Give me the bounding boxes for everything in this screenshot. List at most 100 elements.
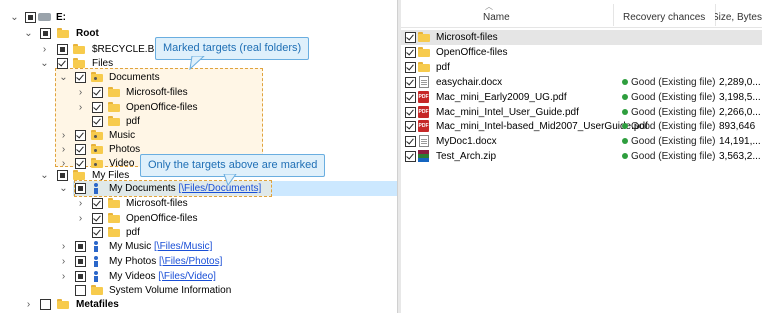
openoffice-files-checkbox[interactable] (92, 102, 103, 113)
pdf-checkbox[interactable] (92, 116, 103, 127)
chevron-right-icon[interactable]: › (76, 211, 85, 226)
list-item[interactable]: easychair.docx Good (Existing file) 2,289,… (401, 75, 762, 90)
root-checkbox[interactable] (40, 28, 51, 39)
tree-node-my-pdf[interactable]: pdf (0, 225, 240, 240)
file-name: Mac_mini_Early2009_UG.pdf (436, 91, 567, 103)
my-music-link[interactable]: [\Files/Music] (154, 241, 212, 252)
recovery-status-text: Good (Existing file) (631, 91, 716, 103)
tree-node-my-music[interactable]: › My Music [\Files/Music] (0, 239, 240, 254)
file-name: Microsoft-files (436, 32, 498, 43)
my-pdf-checkbox[interactable] (92, 227, 103, 238)
callout-pointer-icon (189, 56, 205, 70)
chevron-right-icon[interactable]: › (59, 239, 68, 254)
file-size: 3,563,2... (719, 151, 761, 163)
my-microsoft-files-checkbox[interactable] (92, 198, 103, 209)
folder-icon (108, 87, 120, 97)
row-checkbox[interactable] (405, 46, 416, 58)
tree-node-system-volume[interactable]: System Volume Information (0, 283, 240, 298)
folder-gear-icon (91, 158, 103, 168)
chevron-right-icon[interactable]: › (59, 128, 68, 143)
file-name: MyDoc1.docx (436, 136, 497, 148)
chevron-down-icon[interactable]: ⌄ (10, 10, 19, 25)
file-list-pane[interactable]: ︿ Name Recovery chances Size, Bytes Micr… (401, 0, 762, 313)
row-checkbox[interactable] (405, 32, 416, 43)
row-checkbox[interactable] (405, 121, 416, 133)
file-name: Mac_mini_Intel_User_Guide.pdf (436, 106, 579, 118)
my-openoffice-files-label: OpenOffice-files (126, 213, 198, 224)
row-checkbox[interactable] (405, 151, 416, 163)
list-item[interactable]: Test_Arch.zip Good (Existing file) 3,563,2… (401, 149, 762, 164)
list-item[interactable]: MyDoc1.docx Good (Existing file) 14,191,..… (401, 134, 762, 149)
row-checkbox[interactable] (405, 61, 416, 73)
documents-checkbox[interactable] (75, 72, 86, 83)
my-videos-link[interactable]: [\Files/Video] (158, 271, 216, 282)
music-label: Music (109, 130, 136, 141)
folder-icon (418, 61, 430, 72)
microsoft-files-checkbox[interactable] (92, 87, 103, 98)
system-volume-checkbox[interactable] (75, 285, 86, 296)
tree-node-metafiles[interactable]: › Metafiles (0, 297, 200, 312)
list-item[interactable]: PDF Mac_mini_Early2009_UG.pdf Good (Existi… (401, 90, 762, 105)
list-item[interactable]: PDF Mac_mini_Intel-based_Mid2007_UserGuid… (401, 119, 762, 134)
my-files-checkbox[interactable] (57, 170, 68, 181)
photos-checkbox[interactable] (75, 144, 86, 155)
column-header-name[interactable]: Name (483, 12, 510, 23)
row-checkbox[interactable] (405, 106, 416, 118)
recycle-checkbox[interactable] (57, 44, 68, 55)
callout-pointer-icon (223, 174, 237, 186)
drive-checkbox[interactable] (25, 12, 36, 23)
tree-node-my-openoffice-files[interactable]: › OpenOffice-files (0, 211, 240, 226)
tree-node-my-photos[interactable]: › My Photos [\Files/Photos] (0, 254, 240, 269)
chevron-down-icon[interactable]: ⌄ (59, 181, 68, 196)
list-item[interactable]: pdf (401, 60, 762, 75)
folder-icon (108, 227, 120, 237)
status-dot-icon (622, 108, 628, 115)
chevron-right-icon[interactable]: › (76, 85, 85, 100)
metafiles-checkbox[interactable] (40, 299, 51, 310)
chevron-right-icon[interactable]: › (76, 196, 85, 211)
documents-label: Documents (109, 72, 160, 83)
music-checkbox[interactable] (75, 130, 86, 141)
tree-node-openoffice-files[interactable]: › OpenOffice-files (0, 100, 240, 115)
drive-label: E: (56, 12, 66, 23)
list-item[interactable]: OpenOffice-files (401, 45, 762, 60)
list-item[interactable]: Microsoft-files (401, 30, 762, 45)
tree-node-pdf[interactable]: pdf (0, 114, 240, 129)
files-label: Files (92, 58, 114, 69)
tree-node-my-videos[interactable]: › My Videos [\Files/Video] (0, 269, 240, 284)
my-videos-checkbox[interactable] (75, 271, 86, 282)
tree-node-documents[interactable]: ⌄ Documents (0, 70, 240, 85)
chevron-down-icon[interactable]: ⌄ (24, 26, 33, 41)
folder-tree-pane[interactable]: ⌄ E: ⌄ Root › $RECYCLE.BIN ⌄ Files ⌄ Doc… (0, 0, 397, 313)
my-photos-label-group: My Photos [\Files/Photos] (109, 254, 222, 269)
tree-node-music[interactable]: › Music (0, 128, 240, 143)
chevron-right-icon[interactable]: › (40, 42, 49, 57)
chevron-right-icon[interactable]: › (24, 297, 33, 312)
column-header-recovery[interactable]: Recovery chances (623, 12, 705, 23)
column-divider[interactable] (613, 4, 614, 26)
row-checkbox[interactable] (405, 76, 416, 88)
recovery-status-text: Good (Existing file) (631, 151, 716, 163)
my-documents-link[interactable]: [\Files/Documents] (178, 183, 261, 194)
tree-node-microsoft-files[interactable]: › Microsoft-files (0, 85, 240, 100)
files-checkbox[interactable] (57, 58, 68, 69)
row-checkbox[interactable] (405, 91, 416, 103)
file-size: 2,289,0... (719, 76, 761, 88)
chevron-right-icon[interactable]: › (59, 142, 68, 157)
tree-node-drive[interactable]: ⌄ E: (0, 10, 200, 25)
chevron-right-icon[interactable]: › (59, 254, 68, 269)
folder-icon (108, 198, 120, 208)
my-openoffice-files-checkbox[interactable] (92, 213, 103, 224)
chevron-right-icon[interactable]: › (59, 269, 68, 284)
my-music-checkbox[interactable] (75, 241, 86, 252)
chevron-down-icon[interactable]: ⌄ (40, 56, 49, 71)
column-header-size[interactable]: Size, Bytes (715, 12, 762, 23)
my-photos-link[interactable]: [\Files/Photos] (159, 256, 222, 267)
my-documents-checkbox[interactable] (75, 183, 86, 194)
chevron-right-icon[interactable]: › (76, 100, 85, 115)
row-checkbox[interactable] (405, 136, 416, 148)
chevron-down-icon[interactable]: ⌄ (59, 70, 68, 85)
list-item[interactable]: PDF Mac_mini_Intel_User_Guide.pdf Good (Ex… (401, 105, 762, 120)
my-photos-checkbox[interactable] (75, 256, 86, 267)
tree-node-my-microsoft-files[interactable]: › Microsoft-files (0, 196, 240, 211)
